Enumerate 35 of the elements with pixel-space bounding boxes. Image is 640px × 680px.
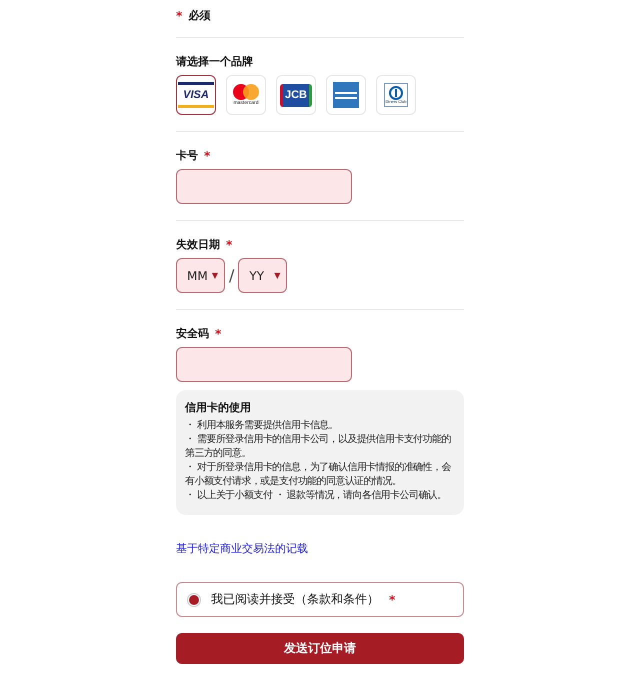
terms-option[interactable]: 我已阅读并接受（条款和条件） * [176,582,464,617]
required-mark: * [215,326,222,340]
field-label: 请选择一个品牌 [176,54,253,69]
info-text: ・ 对于所登录信用卡的信息，为了确认信用卡情报的准确性，会有小额支付请求，或是支付功能的同意认证的情况。 [185,461,452,489]
year-select[interactable]: YY ▼ [238,258,288,293]
brand-logo-text: VISA [183,90,209,100]
brand-option[interactable]: VISA [176,75,216,115]
card-emblem-icon [333,82,359,108]
info-text: ・ 利用本服务需要提供信用卡信息。 [185,419,339,433]
caret-icon: ▼ [274,271,280,280]
date-separator: / [229,266,234,285]
input-field[interactable] [176,347,352,382]
law-link[interactable]: 基于特定商业交易法的记载 [176,541,308,556]
info-title: 信用卡的使用 [185,400,252,415]
field-label: 安全码 [176,326,209,341]
info-text: ・ 以上关于小额支付 ・ 退款等情况，请向各信用卡公司确认。 [185,489,448,503]
ring-icon [389,86,403,100]
brand-logo-text: JCB [280,84,312,106]
required-mark: * [389,592,396,606]
field-label: 卡号 [176,148,198,163]
brand-option[interactable]: JCB [276,75,316,115]
radio-button[interactable] [187,592,201,606]
required-note: 必须 [188,8,210,23]
month-select[interactable]: MM ▼ [176,258,225,293]
required-mark: * [204,148,210,162]
info-text: ・ 需要所登录信用卡的信用卡公司，以及提供信用卡支付功能的第三方的同意。 [185,433,452,461]
required-mark: * [226,238,232,252]
submit-button[interactable]: 发送订位申请 [176,633,464,664]
input-field[interactable] [176,169,352,204]
caret-icon: ▼ [212,271,218,280]
field-label: 失效日期 [176,237,220,252]
brand-option[interactable] [326,75,366,115]
terms-label: 我已阅读并接受（条款和条件） [211,591,379,608]
circles-icon [233,84,259,100]
required-mark: * [176,8,182,22]
